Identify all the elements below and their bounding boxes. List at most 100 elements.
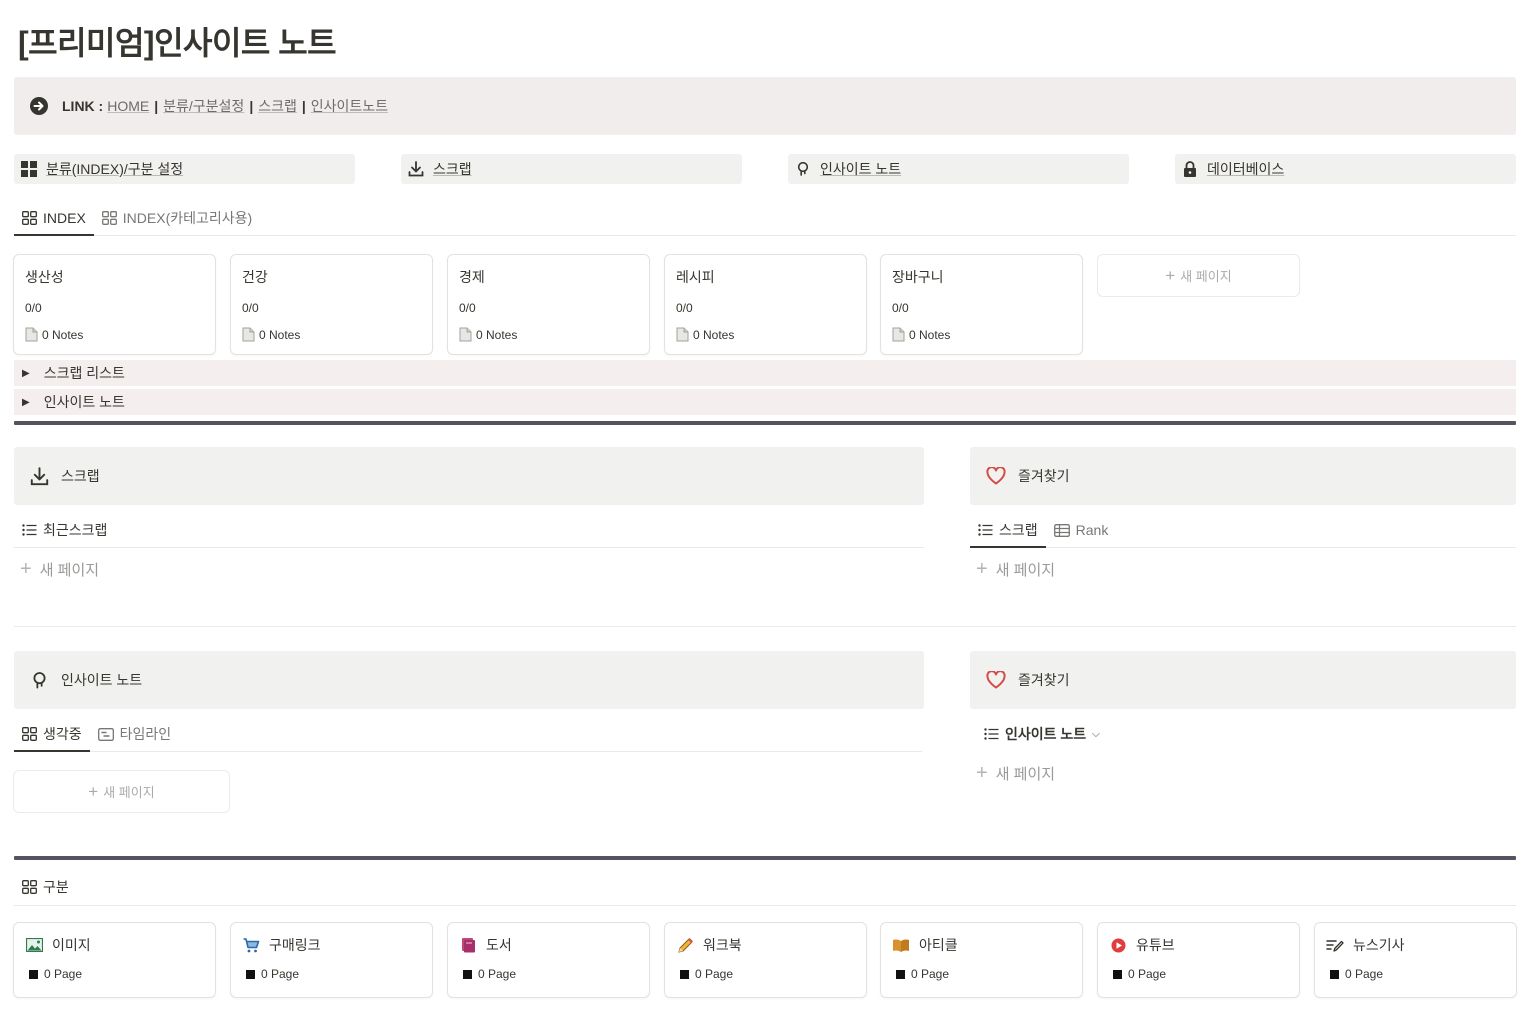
link-separator: |: [301, 98, 306, 114]
insight-callout: 인사이트 노트: [14, 651, 924, 709]
card-title: 경제: [459, 269, 485, 285]
tab-label: INDEX(카테고리사용): [122, 210, 253, 226]
card-count: 0/0: [676, 301, 693, 315]
new-page-card[interactable]: + 새 페이지: [13, 770, 230, 813]
category-card-book[interactable]: 도서 0 Page: [447, 922, 650, 998]
category-card-news[interactable]: 뉴스기사 0 Page: [1314, 922, 1517, 998]
nav-button-label: 스크랩: [433, 161, 472, 177]
image-icon: [25, 936, 43, 954]
callout-title: 스크랩: [61, 468, 100, 484]
category-view-header[interactable]: 구분: [14, 868, 1516, 906]
new-page-button[interactable]: + 새 페이지: [20, 558, 99, 581]
tab-label: 최근스크랩: [43, 522, 108, 538]
new-page-label: 새 페이지: [995, 562, 1056, 579]
new-page-button[interactable]: + 새 페이지: [976, 558, 1055, 581]
card-title: 아티클: [919, 937, 958, 953]
card-pages: 0 Page: [1128, 967, 1167, 981]
grid-icon: [20, 160, 38, 178]
new-page-button[interactable]: + 새 페이지: [976, 762, 1055, 785]
category-card-article[interactable]: 아티클 0 Page: [880, 922, 1083, 998]
card-pages: 0 Page: [695, 967, 734, 981]
card-notes: 0 Notes: [909, 327, 951, 342]
tab-index-category[interactable]: INDEX(카테고리사용): [94, 201, 260, 235]
card-title: 도서: [486, 937, 512, 953]
card-title: 장바구니: [892, 269, 944, 285]
nav-button-scrap[interactable]: 스크랩: [401, 154, 742, 184]
category-card-purchase-link[interactable]: 구매링크 0 Page: [230, 922, 433, 998]
card-title: 건강: [242, 269, 268, 285]
category-card-image[interactable]: 이미지 0 Page: [13, 922, 216, 998]
link-insight-note[interactable]: 인사이트노트: [311, 96, 388, 116]
download-icon: [407, 160, 425, 178]
tab-index[interactable]: INDEX: [14, 201, 94, 236]
card-pages: 0 Page: [1345, 967, 1384, 981]
card-pages: 0 Page: [261, 967, 300, 981]
nav-button-database[interactable]: 데이터베이스: [1175, 154, 1516, 184]
gallery-icon: [22, 211, 37, 225]
tab-recent-scrap[interactable]: 최근스크랩: [14, 513, 115, 547]
card-title: 뉴스기사: [1353, 937, 1405, 953]
callout-title: 즐겨찾기: [1018, 468, 1070, 484]
card-count: 0/0: [242, 301, 259, 315]
view-label: 인사이트 노트: [1005, 726, 1087, 742]
divider: [14, 856, 1516, 860]
link-home[interactable]: HOME: [107, 98, 149, 114]
nav-button-label: 데이터베이스: [1207, 161, 1285, 177]
nav-button-category[interactable]: 분류(INDEX)/구분 설정: [14, 154, 355, 184]
tab-rank[interactable]: Rank: [1046, 513, 1117, 547]
card-title: 유튜브: [1136, 937, 1175, 953]
triangle-right-icon: ▶: [22, 367, 30, 379]
new-page-label: 새 페이지: [39, 562, 100, 579]
card-pages: 0 Page: [44, 967, 83, 981]
tab-scrap[interactable]: 스크랩: [970, 513, 1046, 548]
index-card-health[interactable]: 건강 0/0 0 Notes: [230, 254, 433, 355]
square-icon: [896, 969, 905, 979]
new-page-card[interactable]: + 새 페이지: [1097, 254, 1300, 297]
plus-icon: +: [88, 781, 99, 801]
card-notes: 0 Notes: [476, 327, 518, 342]
view-label: 구분: [43, 878, 69, 895]
divider: [14, 421, 1516, 425]
heart-icon: [986, 671, 1006, 689]
gallery-icon: [22, 727, 37, 741]
nav-button-label: 분류(INDEX)/구분 설정: [46, 161, 184, 177]
link-scrap[interactable]: 스크랩: [258, 96, 297, 116]
index-card-recipe[interactable]: 레시피 0/0 0 Notes: [664, 254, 867, 355]
card-notes: 0 Notes: [693, 327, 735, 342]
category-card-youtube[interactable]: 유튜브 0 Page: [1097, 922, 1300, 998]
document-icon: [25, 327, 38, 342]
link-label: LINK :: [62, 98, 104, 114]
square-icon: [1113, 969, 1122, 979]
new-page-label: 새 페이지: [995, 766, 1056, 783]
plus-icon: +: [976, 762, 988, 784]
play-icon: [1109, 936, 1127, 954]
nav-button-insight[interactable]: 인사이트 노트: [788, 154, 1129, 184]
tab-timeline[interactable]: 타임라인: [90, 717, 180, 751]
card-title: 이미지: [52, 937, 91, 953]
plus-icon: +: [20, 558, 32, 580]
tab-thinking[interactable]: 생각중: [14, 717, 90, 752]
toggle-insight-note[interactable]: ▶ 인사이트 노트: [14, 389, 1516, 415]
category-card-workbook[interactable]: 워크북 0 Page: [664, 922, 867, 998]
toggle-scrap-list[interactable]: ▶ 스크랩 리스트: [14, 360, 1516, 386]
new-page-label: 새 페이지: [103, 785, 155, 800]
heart-icon: [986, 467, 1006, 485]
nav-button-label: 인사이트 노트: [820, 161, 902, 177]
card-pages: 0 Page: [478, 967, 517, 981]
card-count: 0/0: [892, 301, 909, 315]
gallery-icon: [22, 879, 37, 894]
link-category-settings[interactable]: 분류/구분설정: [163, 96, 244, 116]
view-selector-insight-note[interactable]: 인사이트 노트 ⌵: [976, 717, 1100, 751]
triangle-right-icon: ▶: [22, 396, 30, 408]
list-icon: [978, 524, 993, 536]
card-notes: 0 Notes: [259, 327, 301, 342]
cart-icon: [242, 936, 260, 954]
index-card-cart[interactable]: 장바구니 0/0 0 Notes: [880, 254, 1083, 355]
document-icon: [676, 327, 689, 342]
index-card-productivity[interactable]: 생산성 0/0 0 Notes: [13, 254, 216, 355]
square-icon: [29, 969, 38, 979]
tab-label: 생각중: [43, 726, 82, 742]
write-icon: [1326, 936, 1344, 954]
toggle-label: 스크랩 리스트: [43, 365, 125, 381]
index-card-economy[interactable]: 경제 0/0 0 Notes: [447, 254, 650, 355]
